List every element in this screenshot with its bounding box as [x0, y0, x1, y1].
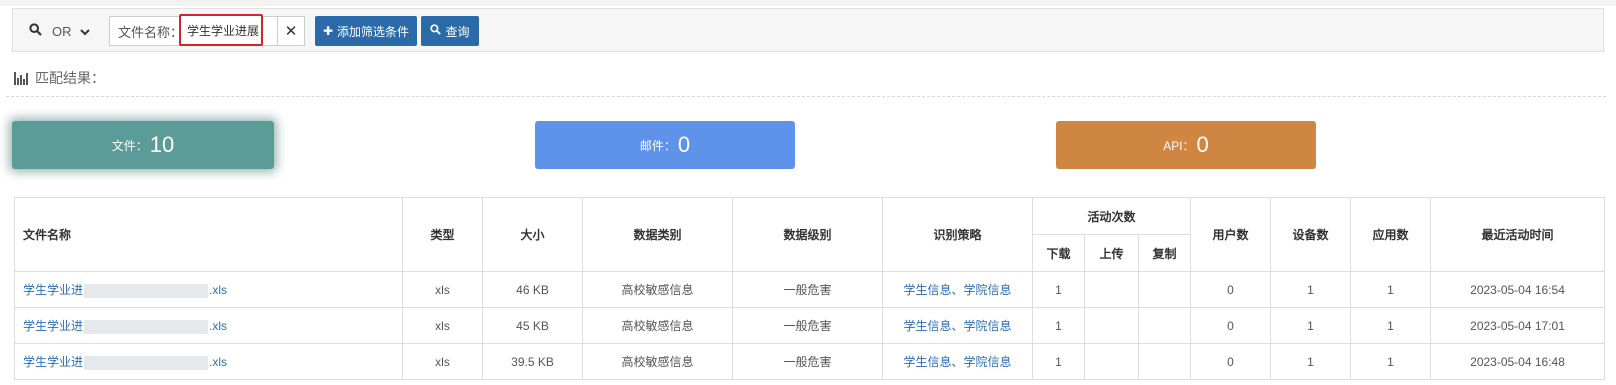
col-header-apps: 应用数 [1350, 197, 1432, 272]
apps-cell[interactable]: 1 [1350, 271, 1432, 308]
match-results-header: 匹配结果： [14, 68, 105, 88]
mail-count-card[interactable]: 邮件： 0 [535, 121, 795, 169]
col-header-name: 文件名称 [14, 197, 403, 272]
col-header-last-time: 最近活动时间 [1430, 197, 1606, 272]
type-cell: xls [402, 343, 483, 380]
file-name-prefix[interactable]: 学生学业进 [23, 355, 83, 369]
col-header-download: 下载 [1032, 234, 1085, 272]
file-count-card[interactable]: 文件： 10 [12, 121, 274, 169]
redacted-text [84, 319, 209, 334]
col-header-activity: 活动次数 [1031, 197, 1192, 235]
top-strip [0, 0, 1616, 6]
divider [6, 96, 1606, 97]
time-cell: 2023-05-04 16:54 [1430, 271, 1606, 308]
strategy-cell: 学生信息、学院信息 [882, 307, 1033, 344]
file-name-cell[interactable]: 学生学业进 .xls [14, 343, 403, 380]
col-header-users: 用户数 [1190, 197, 1272, 272]
mail-card-label: 邮件： [639, 138, 676, 153]
match-results-label: 匹配结果： [35, 70, 105, 86]
users-cell: 0 [1190, 343, 1272, 380]
category-cell: 高校敏感信息 [582, 307, 733, 344]
condition-value-input[interactable]: 学生学业进展 [179, 14, 263, 46]
level-cell: 一般危害 [732, 343, 883, 380]
search-icon [430, 24, 442, 38]
table-row: 学生学业进 .xls xls 45 KB 高校敏感信息 一般危害 学生信息、学院信… [14, 307, 1606, 344]
download-cell: 1 [1032, 343, 1085, 380]
file-name-cell[interactable]: 学生学业进 .xls [14, 307, 403, 344]
logic-select-value: OR [52, 23, 72, 39]
devices-cell[interactable]: 1 [1270, 343, 1352, 380]
file-card-label: 文件： [111, 138, 148, 153]
file-name-suffix[interactable]: .xls [209, 319, 227, 333]
filter-condition: 文件名称： 学生学业进展 ✕ [109, 14, 305, 46]
upload-cell [1084, 343, 1139, 380]
mail-card-count: 0 [677, 132, 691, 157]
category-cell: 高校敏感信息 [582, 271, 733, 308]
file-name-prefix[interactable]: 学生学业进 [23, 319, 83, 333]
col-header-data-category: 数据类别 [582, 197, 733, 272]
col-header-data-level: 数据级别 [732, 197, 883, 272]
results-table: 文件名称 类型 大小 数据类别 数据级别 识别策略 活动次数 用户数 设备数 应… [14, 197, 1606, 380]
add-filter-label: 添加筛选条件 [337, 24, 410, 39]
strategy-cell: 学生信息、学院信息 [882, 271, 1033, 308]
col-header-upload: 上传 [1084, 234, 1139, 272]
category-cell: 高校敏感信息 [582, 343, 733, 380]
col-header-strategy: 识别策略 [882, 197, 1033, 272]
col-header-type: 类型 [402, 197, 483, 272]
plus-icon: ✚ [322, 24, 334, 38]
copy-cell [1137, 271, 1192, 308]
add-filter-button[interactable]: ✚ 添加筛选条件 [315, 16, 417, 46]
level-cell: 一般危害 [732, 271, 883, 308]
filter-bar: OR 文件名称： 学生学业进展 ✕ ✚ 添加筛选条件 查询 [12, 8, 1604, 52]
strategy-link[interactable]: 学生信息、学院信息 [903, 355, 1011, 369]
strategy-link[interactable]: 学生信息、学院信息 [903, 319, 1011, 333]
apps-cell[interactable]: 1 [1350, 343, 1432, 380]
strategy-link[interactable]: 学生信息、学院信息 [903, 283, 1011, 297]
file-name-prefix[interactable]: 学生学业进 [23, 283, 83, 297]
condition-label: 文件名称： [118, 24, 184, 40]
users-cell: 0 [1190, 271, 1272, 308]
col-header-devices: 设备数 [1270, 197, 1352, 272]
type-cell: xls [402, 307, 483, 344]
download-cell: 1 [1032, 307, 1085, 344]
redacted-text [84, 355, 209, 370]
file-name-suffix[interactable]: .xls [209, 355, 227, 369]
table-row: 学生学业进 .xls xls 46 KB 高校敏感信息 一般危害 学生信息、学院信… [14, 271, 1606, 308]
bar-chart-icon [14, 71, 29, 85]
devices-cell[interactable]: 1 [1270, 307, 1352, 344]
col-header-copy: 复制 [1137, 234, 1192, 272]
api-count-card[interactable]: API： 0 [1056, 121, 1316, 169]
file-name-suffix[interactable]: .xls [209, 283, 227, 297]
users-cell: 0 [1190, 307, 1272, 344]
size-cell: 46 KB [482, 271, 583, 308]
copy-cell [1137, 307, 1192, 344]
upload-cell [1084, 271, 1139, 308]
remove-condition-icon[interactable]: ✕ [277, 17, 304, 45]
api-card-count: 0 [1196, 132, 1209, 157]
table-row: 学生学业进 .xls xls 39.5 KB 高校敏感信息 一般危害 学生信息、学… [14, 343, 1606, 380]
download-cell: 1 [1032, 271, 1085, 308]
file-name-cell[interactable]: 学生学业进 .xls [14, 271, 403, 308]
level-cell: 一般危害 [732, 307, 883, 344]
strategy-cell: 学生信息、学院信息 [882, 343, 1033, 380]
redacted-text [84, 283, 209, 298]
logic-select[interactable]: OR [21, 16, 105, 46]
time-cell: 2023-05-04 16:48 [1430, 343, 1606, 380]
chevron-down-icon [79, 24, 90, 39]
devices-cell[interactable]: 1 [1270, 271, 1352, 308]
file-card-count: 10 [149, 132, 175, 157]
time-cell: 2023-05-04 17:01 [1430, 307, 1606, 344]
query-button[interactable]: 查询 [421, 16, 479, 46]
size-cell: 45 KB [482, 307, 583, 344]
type-cell: xls [402, 271, 483, 308]
upload-cell [1084, 307, 1139, 344]
apps-cell[interactable]: 1 [1350, 307, 1432, 344]
copy-cell [1137, 343, 1192, 380]
query-label: 查询 [445, 24, 470, 39]
api-card-label: API： [1163, 138, 1195, 153]
col-header-size: 大小 [482, 197, 583, 272]
search-icon [29, 23, 42, 39]
size-cell: 39.5 KB [482, 343, 583, 380]
